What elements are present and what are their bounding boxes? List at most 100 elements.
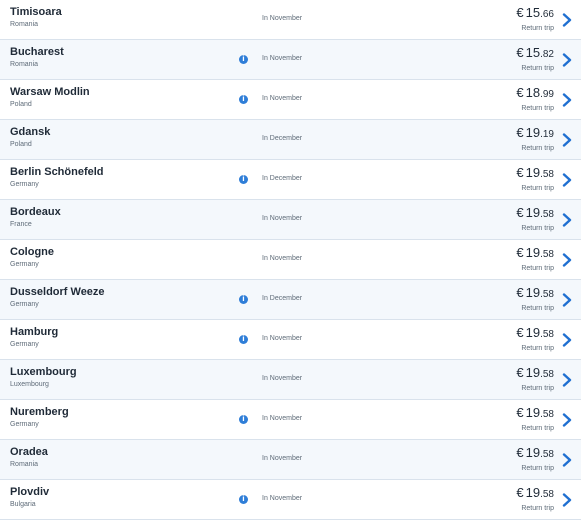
destination-country: Romania — [10, 61, 39, 68]
price: €19.58 — [516, 164, 554, 182]
chevron-right-icon[interactable] — [561, 213, 573, 227]
destination-country: Poland — [10, 101, 32, 108]
price-currency: € — [516, 405, 524, 420]
destination-country: Bulgaria — [10, 501, 36, 508]
price-integer: 19 — [525, 165, 541, 180]
price-integer: 15 — [525, 5, 541, 20]
destination-city: Bucharest — [10, 46, 64, 58]
destination-country: Romania — [10, 21, 39, 28]
chevron-right-icon[interactable] — [561, 293, 573, 307]
destination-city: Hamburg — [10, 326, 59, 338]
price-decimals: .19 — [540, 129, 554, 140]
price-integer: 19 — [525, 285, 541, 300]
chevron-right-icon[interactable] — [561, 53, 573, 67]
price-integer: 19 — [525, 445, 541, 460]
destination-row[interactable]: Cologne Germany In November €19.58 Retur… — [0, 240, 581, 280]
trip-type: Return trip — [521, 305, 554, 312]
chevron-right-icon[interactable] — [561, 373, 573, 387]
travel-month: In November — [262, 495, 303, 502]
destination-row[interactable]: Bucharest Romania i In November €15.82 R… — [0, 40, 581, 80]
travel-month: In December — [262, 295, 303, 302]
price-decimals: .58 — [540, 369, 554, 380]
trip-type: Return trip — [521, 145, 554, 152]
trip-type: Return trip — [521, 25, 554, 32]
destination-country: Germany — [10, 301, 39, 308]
destination-city: Timisoara — [10, 6, 62, 18]
info-icon[interactable]: i — [239, 55, 248, 64]
destination-city: Plovdiv — [10, 486, 50, 498]
destination-row[interactable]: Gdansk Poland In December €19.19 Return … — [0, 120, 581, 160]
travel-month: In December — [262, 175, 303, 182]
destination-row[interactable]: Berlin Schönefeld Germany i In December … — [0, 160, 581, 200]
price-currency: € — [516, 445, 524, 460]
travel-month: In November — [262, 55, 303, 62]
destination-country: Poland — [10, 141, 32, 148]
destination-row[interactable]: Luxembourg Luxembourg In November €19.58… — [0, 360, 581, 400]
price-decimals: .58 — [540, 249, 554, 260]
chevron-right-icon[interactable] — [561, 93, 573, 107]
trip-type: Return trip — [521, 345, 554, 352]
price-currency: € — [516, 485, 524, 500]
price-decimals: .66 — [540, 9, 554, 20]
chevron-right-icon[interactable] — [561, 493, 573, 507]
destination-city: Warsaw Modlin — [10, 86, 90, 98]
price-decimals: .58 — [540, 409, 554, 420]
price-currency: € — [516, 245, 524, 260]
price: €19.58 — [516, 244, 554, 262]
price-integer: 19 — [525, 325, 541, 340]
chevron-right-icon[interactable] — [561, 333, 573, 347]
destination-row[interactable]: Hamburg Germany i In November €19.58 Ret… — [0, 320, 581, 360]
destination-row[interactable]: Warsaw Modlin Poland i In November €18.9… — [0, 80, 581, 120]
price-decimals: .58 — [540, 289, 554, 300]
price: €19.19 — [516, 124, 554, 142]
chevron-right-icon[interactable] — [561, 13, 573, 27]
destination-country: Romania — [10, 461, 39, 468]
price-currency: € — [516, 85, 524, 100]
info-icon[interactable]: i — [239, 415, 248, 424]
trip-type: Return trip — [521, 465, 554, 472]
price-decimals: .58 — [540, 449, 554, 460]
chevron-right-icon[interactable] — [561, 413, 573, 427]
trip-type: Return trip — [521, 385, 554, 392]
destination-row[interactable]: Plovdiv Bulgaria i In November €19.58 Re… — [0, 480, 581, 520]
travel-month: In November — [262, 215, 303, 222]
destination-row[interactable]: Dusseldorf Weeze Germany i In December €… — [0, 280, 581, 320]
info-icon[interactable]: i — [239, 335, 248, 344]
destination-country: Germany — [10, 341, 39, 348]
chevron-right-icon[interactable] — [561, 133, 573, 147]
destination-row[interactable]: Nuremberg Germany i In November €19.58 R… — [0, 400, 581, 440]
price-decimals: .58 — [540, 329, 554, 340]
price-integer: 19 — [525, 125, 541, 140]
chevron-right-icon[interactable] — [561, 253, 573, 267]
price-integer: 15 — [525, 45, 541, 60]
price: €19.58 — [516, 404, 554, 422]
destination-country: France — [10, 221, 32, 228]
price: €18.99 — [516, 84, 554, 102]
price: €19.58 — [516, 324, 554, 342]
info-icon[interactable]: i — [239, 495, 248, 504]
price-currency: € — [516, 325, 524, 340]
trip-type: Return trip — [521, 185, 554, 192]
destination-country: Germany — [10, 421, 39, 428]
price-currency: € — [516, 365, 524, 380]
trip-type: Return trip — [521, 505, 554, 512]
trip-type: Return trip — [521, 425, 554, 432]
destination-list: Timisoara Romania In November €15.66 Ret… — [0, 0, 581, 520]
price-currency: € — [516, 5, 524, 20]
price: €19.58 — [516, 364, 554, 382]
trip-type: Return trip — [521, 105, 554, 112]
destination-country: Germany — [10, 181, 39, 188]
info-icon[interactable]: i — [239, 175, 248, 184]
destination-row[interactable]: Bordeaux France In November €19.58 Retur… — [0, 200, 581, 240]
chevron-right-icon[interactable] — [561, 453, 573, 467]
info-icon[interactable]: i — [239, 95, 248, 104]
info-icon[interactable]: i — [239, 295, 248, 304]
price: €19.58 — [516, 284, 554, 302]
price-integer: 19 — [525, 365, 541, 380]
destination-row[interactable]: Timisoara Romania In November €15.66 Ret… — [0, 0, 581, 40]
chevron-right-icon[interactable] — [561, 173, 573, 187]
trip-type: Return trip — [521, 265, 554, 272]
destination-city: Oradea — [10, 446, 48, 458]
destination-row[interactable]: Oradea Romania In November €19.58 Return… — [0, 440, 581, 480]
trip-type: Return trip — [521, 225, 554, 232]
